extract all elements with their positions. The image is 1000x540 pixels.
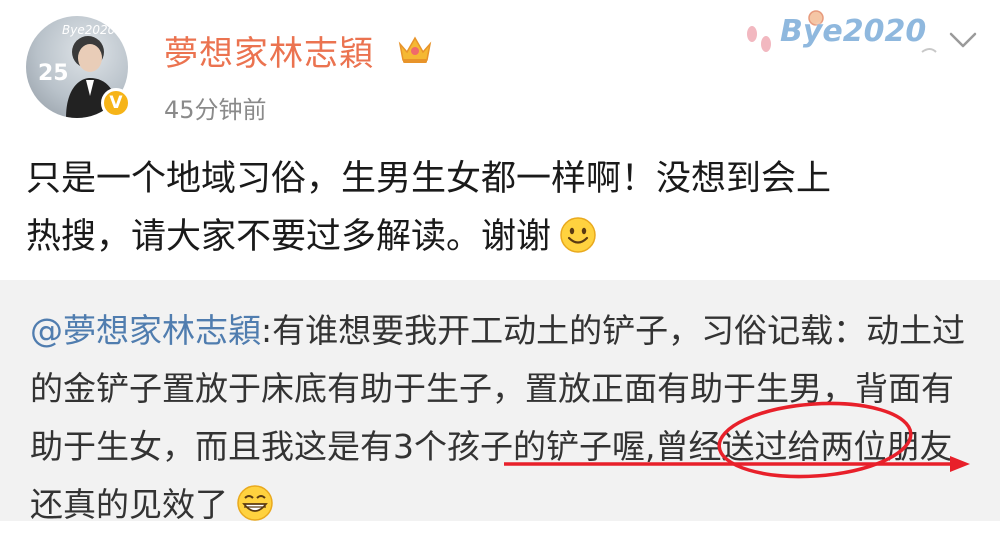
grin-emoji-icon [236, 482, 274, 540]
smile-emoji-icon [559, 214, 597, 272]
svg-text:25: 25 [38, 61, 69, 86]
post-text-line1: 只是一个地域习俗，生男生女都一样啊！没想到会上 [26, 159, 832, 199]
card-decoration-text: Bye2020 [780, 14, 927, 49]
mention-link[interactable]: @夢想家林志穎 [30, 311, 261, 350]
repost-card[interactable]: @夢想家林志穎:有谁想要我开工动土的铲子，习俗记载：动土过的金铲子置放于床底有助… [0, 280, 1000, 524]
post-timestamp: 45分钟前 [164, 96, 267, 124]
chevron-down-icon[interactable] [948, 30, 978, 50]
post-text: 只是一个地域习俗，生男生女都一样啊！没想到会上 热搜，请大家不要过多解读。谢谢 [26, 150, 978, 272]
repost-text-highlight: 而且我这是有3个孩子的铲 [195, 427, 579, 466]
username[interactable]: 夢想家林志穎 [164, 26, 374, 75]
repost-text: @夢想家林志穎:有谁想要我开工动土的铲子，习俗记载：动土过的金铲子置放于床底有助… [30, 302, 980, 540]
verified-badge: V [101, 88, 131, 118]
post-text-line2: 热搜，请大家不要过多解读。谢谢 [26, 217, 552, 257]
crown-icon[interactable] [396, 32, 434, 66]
svg-text:Bye2020: Bye2020 [62, 23, 116, 37]
